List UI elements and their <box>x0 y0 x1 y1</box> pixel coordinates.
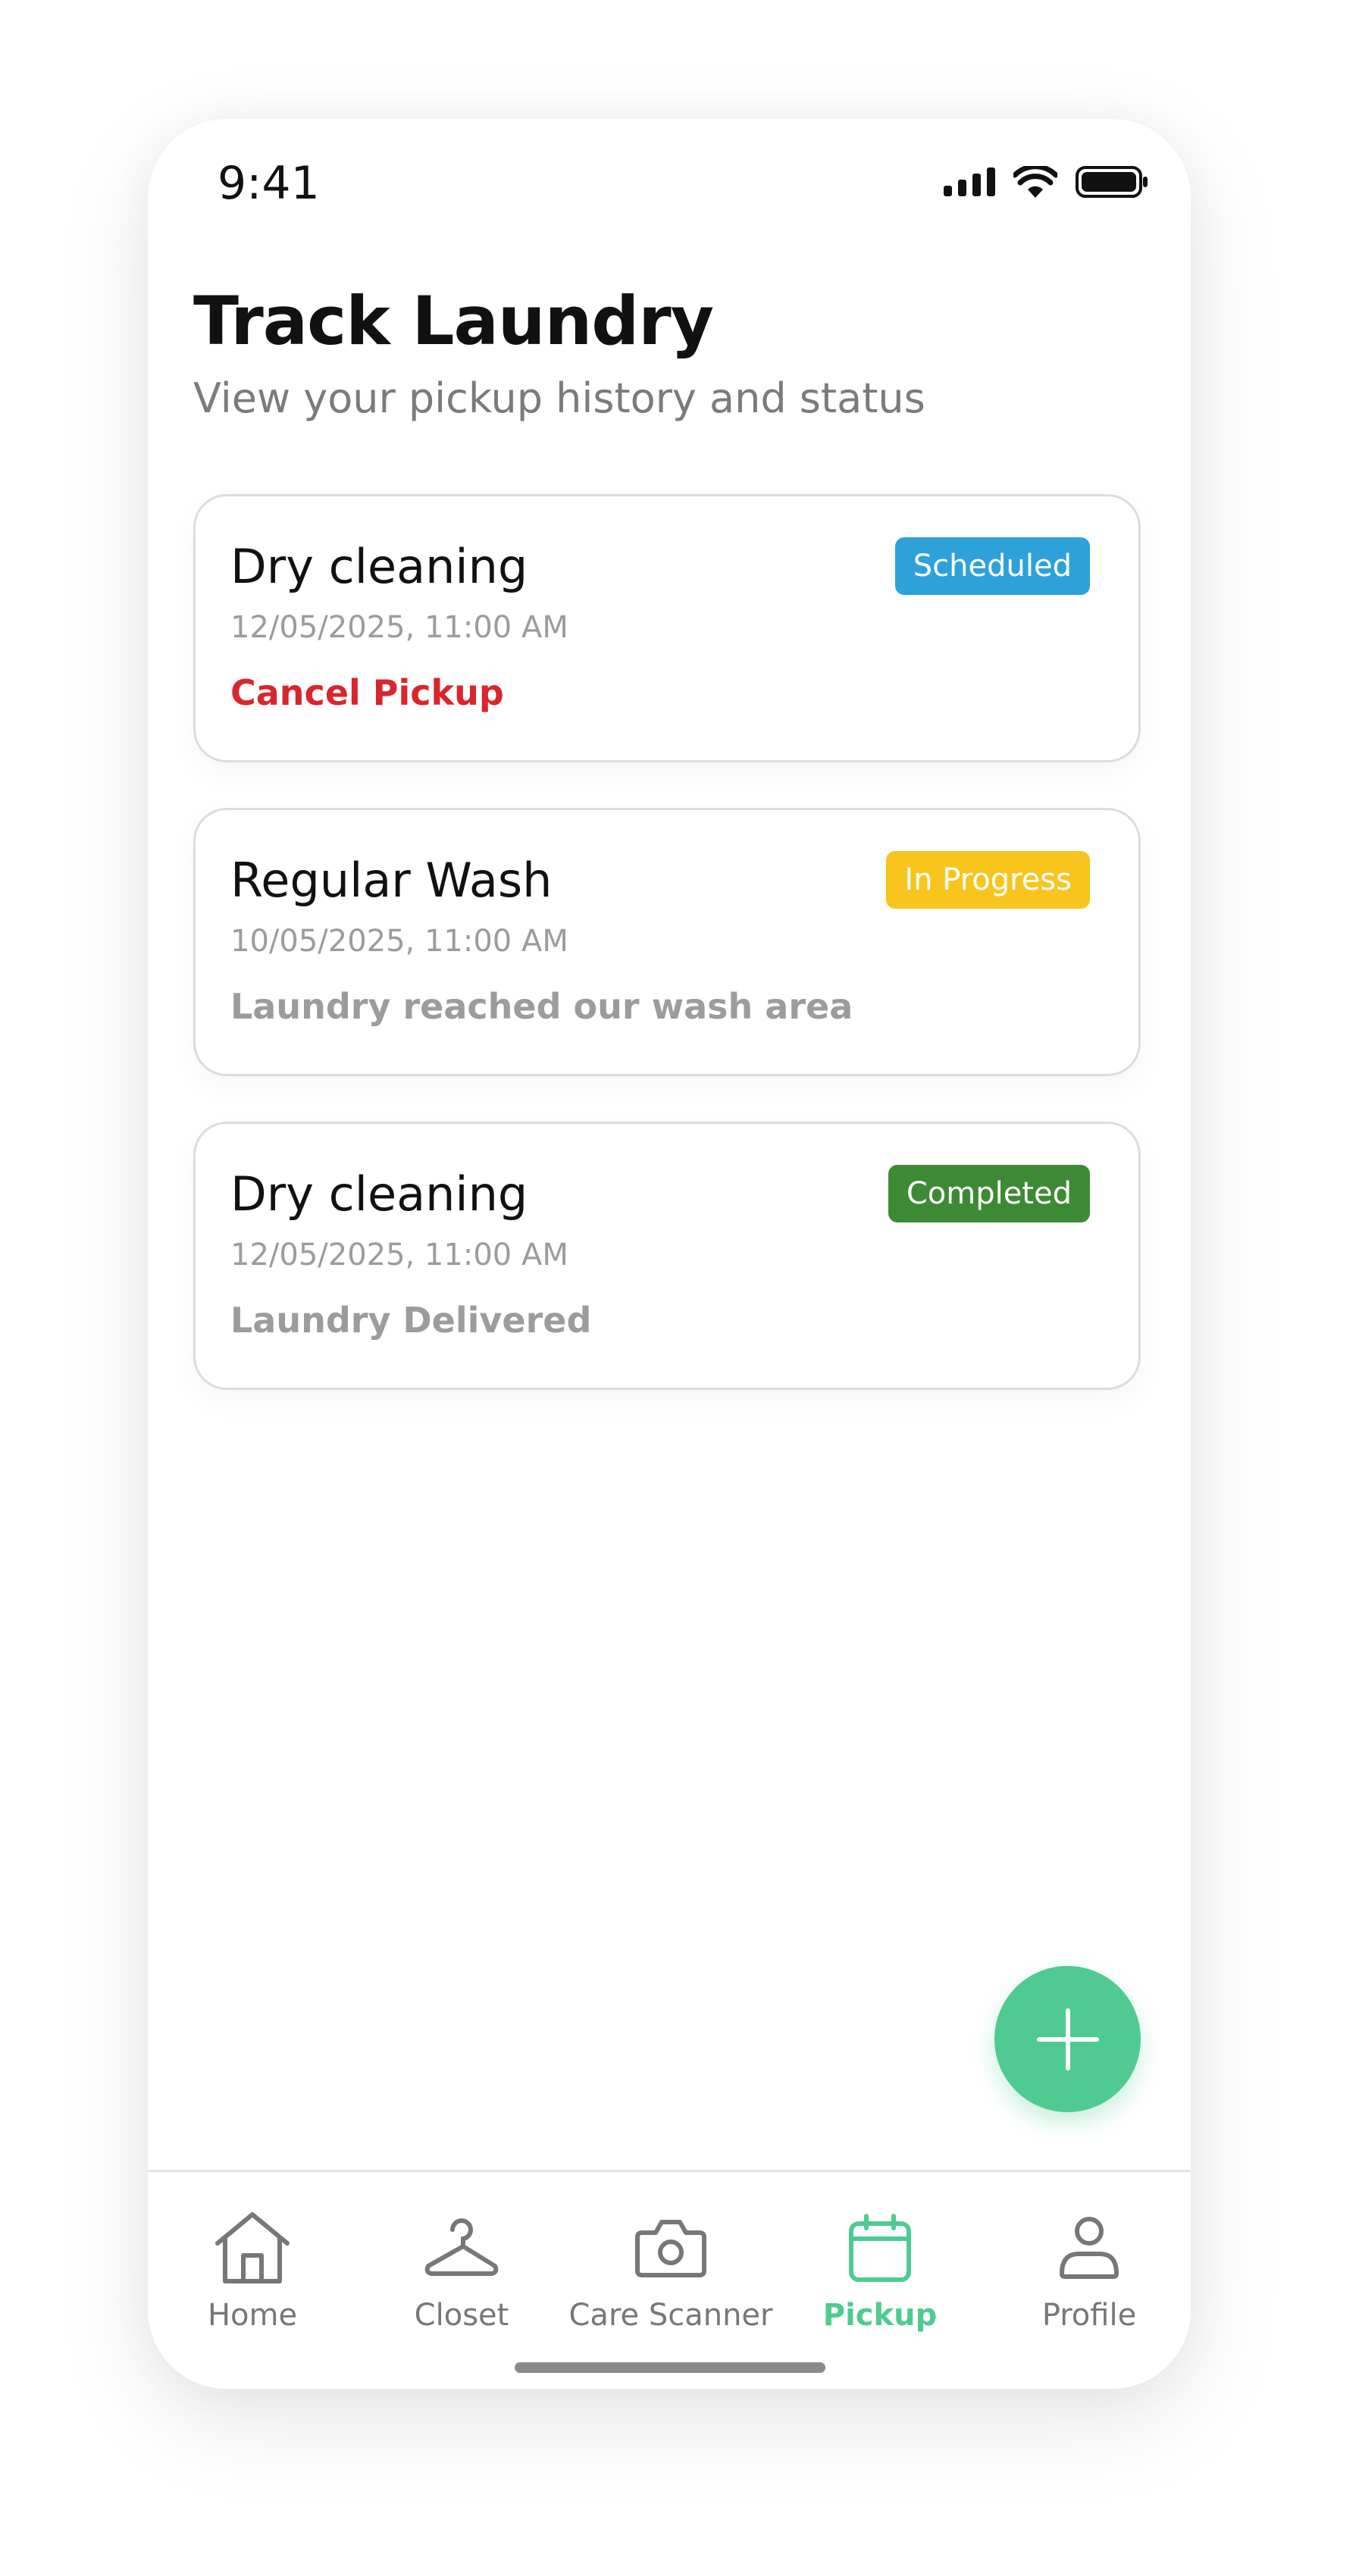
home-icon <box>215 2212 290 2283</box>
status-icons <box>944 166 1148 198</box>
camera-icon <box>635 2220 706 2277</box>
pickup-datetime: 12/05/2025, 11:00 AM <box>230 610 568 645</box>
battery-icon <box>1076 166 1148 198</box>
pickup-status-detail: Laundry reached our wash area <box>230 986 853 1027</box>
phone-frame: 9:41 Track Laundry View your pickup hist… <box>148 119 1191 2389</box>
user-icon <box>1060 2217 1119 2279</box>
status-badge: Completed <box>888 1165 1090 1222</box>
pickup-card[interactable]: Regular Wash In Progress 10/05/2025, 11:… <box>193 808 1141 1076</box>
pickup-service: Regular Wash <box>230 853 553 908</box>
pickup-service: Dry cleaning <box>230 539 528 594</box>
status-badge: Scheduled <box>894 537 1090 595</box>
bottom-nav: Home Closet Care Scanner Pickup Profile <box>148 2172 1191 2354</box>
nav-item-care-scanner[interactable]: Care Scanner <box>566 2172 775 2354</box>
nav-item-closet[interactable]: Closet <box>357 2172 566 2354</box>
pickup-datetime: 12/05/2025, 11:00 AM <box>230 1238 568 1272</box>
add-pickup-button[interactable] <box>994 1966 1141 2112</box>
status-bar: 9:41 <box>148 119 1191 255</box>
pickup-card[interactable]: Dry cleaning Completed 12/05/2025, 11:00… <box>193 1122 1141 1390</box>
pickup-service: Dry cleaning <box>230 1166 528 1222</box>
page-title: Track Laundry <box>193 282 714 360</box>
nav-item-home[interactable]: Home <box>148 2172 357 2354</box>
nav-item-pickup[interactable]: Pickup <box>775 2172 985 2354</box>
cancel-pickup-button[interactable]: Cancel Pickup <box>230 672 504 713</box>
nav-label: Closet <box>414 2298 509 2333</box>
home-indicator <box>515 2362 825 2373</box>
nav-label: Pickup <box>822 2298 938 2333</box>
hanger-icon <box>424 2218 499 2276</box>
pickup-status-detail: Laundry Delivered <box>230 1300 592 1341</box>
page-subtitle: View your pickup history and status <box>193 374 925 422</box>
status-badge: In Progress <box>886 851 1090 909</box>
wifi-icon <box>1013 166 1057 198</box>
nav-label: Home <box>207 2298 298 2333</box>
plus-icon <box>1036 2008 1099 2071</box>
pickup-card[interactable]: Dry cleaning Scheduled 12/05/2025, 11:00… <box>193 494 1141 762</box>
pickup-datetime: 10/05/2025, 11:00 AM <box>230 924 568 959</box>
signal-icon <box>944 167 995 196</box>
status-time: 9:41 <box>218 157 320 210</box>
calendar-icon <box>849 2214 911 2282</box>
nav-label: Profile <box>1041 2298 1137 2333</box>
nav-label: Care Scanner <box>568 2298 773 2333</box>
nav-item-profile[interactable]: Profile <box>985 2172 1191 2354</box>
